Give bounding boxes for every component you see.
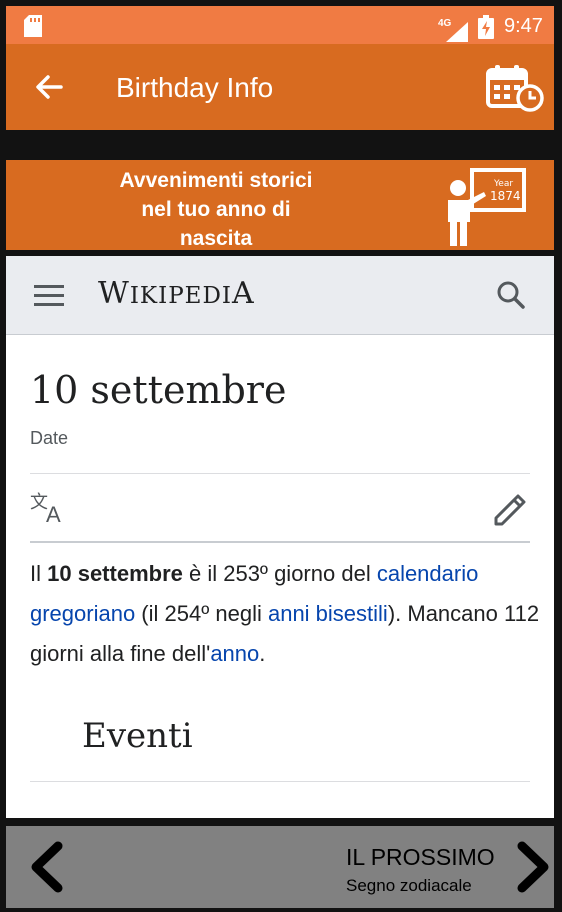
language-icon[interactable]: 文 A xyxy=(30,490,70,524)
wikipedia-header: WIKIPEDIA xyxy=(6,256,554,335)
logo-middle: IKIPEDI xyxy=(129,283,232,309)
next-title[interactable]: IL PROSSIMO xyxy=(346,844,495,871)
next-subtitle: Segno zodiacale xyxy=(346,876,472,895)
historical-events-banner[interactable]: Avvenimenti storici nel tuo anno di nasc… xyxy=(6,160,554,250)
svg-text:A: A xyxy=(46,502,61,524)
text-run: è il 253º giorno del xyxy=(182,561,377,586)
text-run: (il 254º negli xyxy=(135,601,268,626)
divider xyxy=(30,541,530,543)
text-run: Il xyxy=(30,561,48,586)
bold-term: 10 settembre xyxy=(47,561,183,586)
hamburger-menu-icon[interactable] xyxy=(34,284,64,308)
clock: 9:47 xyxy=(504,15,543,37)
page-description: Date xyxy=(30,428,69,448)
sd-card-icon xyxy=(24,15,42,37)
intro-paragraph: Il 10 settembre è il 253º giorno del cal… xyxy=(30,554,540,674)
wikipedia-logo[interactable]: WIKIPEDIA xyxy=(98,276,255,311)
arrow-left-icon[interactable] xyxy=(34,72,64,102)
bottom-navigation: IL PROSSIMO Segno zodiacale xyxy=(6,826,554,908)
signal-icon xyxy=(446,22,468,42)
search-icon[interactable] xyxy=(496,280,526,310)
text-run: . xyxy=(259,641,266,666)
board-year-value: 1874 xyxy=(490,189,521,203)
status-bar: 4G 9:47 xyxy=(6,6,554,44)
link-anni-bisestili[interactable]: anni bisestili xyxy=(268,601,388,626)
divider xyxy=(30,473,530,474)
chevron-left-icon[interactable] xyxy=(26,840,66,894)
battery-charging-icon xyxy=(478,15,494,39)
board-year-label: Year xyxy=(493,179,513,189)
chevron-right-icon[interactable] xyxy=(514,840,554,894)
section-heading-eventi[interactable]: Eventi xyxy=(82,716,193,756)
link-anno[interactable]: anno xyxy=(210,641,259,666)
app-bar: Birthday Info xyxy=(6,44,554,130)
wikipedia-webview[interactable]: WIKIPEDIA 10 settembre Date 文 A Il 10 se… xyxy=(6,256,554,818)
teacher-board-icon: Year 1874 xyxy=(448,168,526,246)
divider xyxy=(30,781,530,782)
banner-text: Avvenimenti storici nel tuo anno di nasc… xyxy=(119,169,313,250)
logo-first: W xyxy=(98,276,130,311)
pencil-edit-icon[interactable] xyxy=(490,488,530,528)
app-title: Birthday Info xyxy=(116,72,274,103)
page-title: 10 settembre xyxy=(30,368,287,412)
calendar-clock-icon[interactable] xyxy=(486,64,544,112)
logo-last: A xyxy=(232,276,255,311)
